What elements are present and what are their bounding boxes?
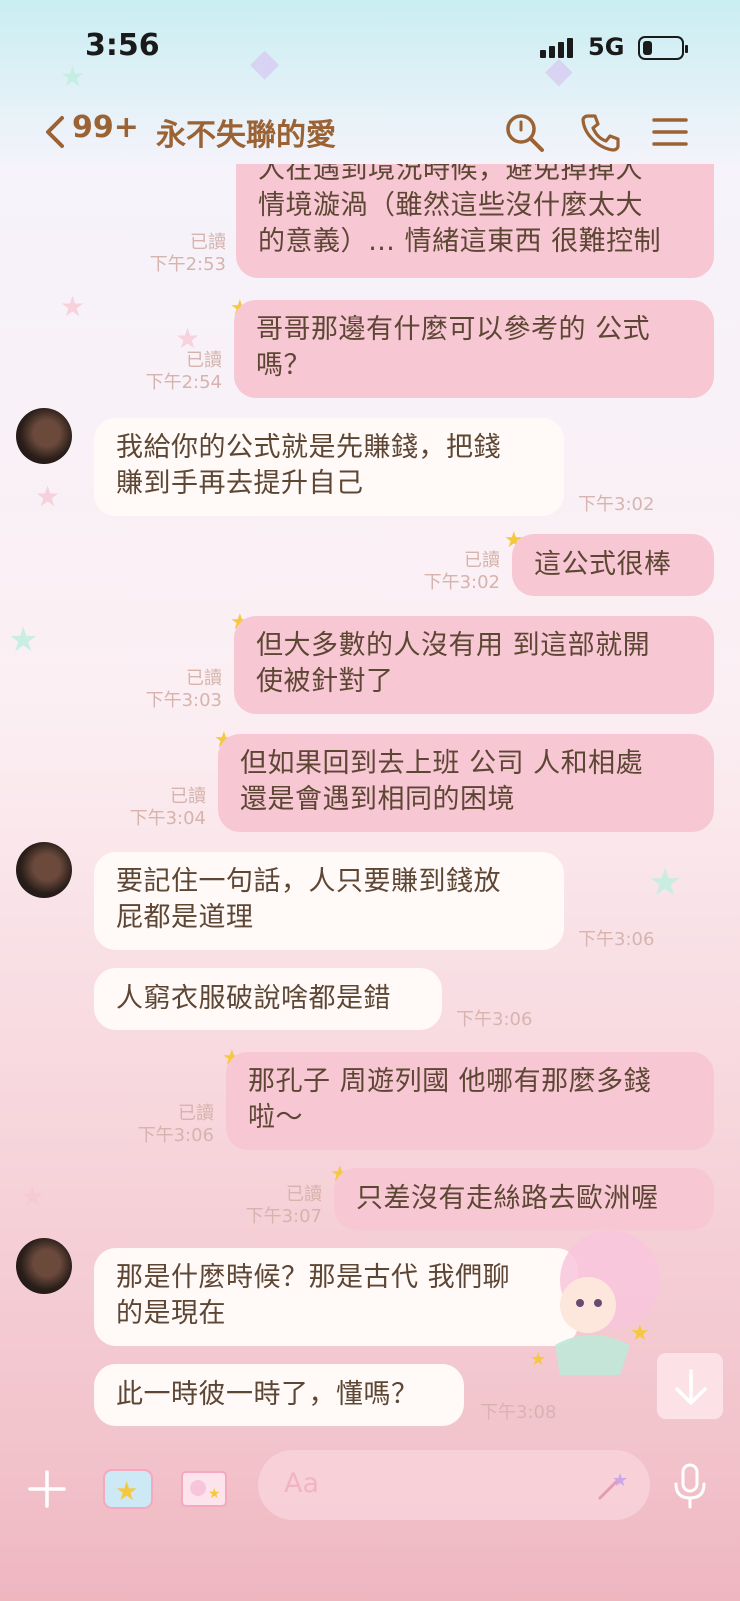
message-text: 人在遇到境況時候，避免掉掉人 <box>258 164 643 185</box>
message-bubble-received[interactable]: 此一時彼一時了，懂嗎？ <box>94 1364 464 1426</box>
message-input-bar: ★ ★ Aa ★ <box>0 1450 740 1540</box>
message-time: 下午2:53 <box>149 254 226 275</box>
message-meta: 已讀 下午3:07 <box>226 1184 322 1228</box>
read-receipt: 已讀 <box>170 786 206 807</box>
phone-icon[interactable] <box>578 110 622 154</box>
message-text: 啦～ <box>248 1102 303 1133</box>
message-meta: 已讀 下午2:54 <box>126 350 222 394</box>
message-time: 下午3:03 <box>145 690 222 711</box>
message-bubble-received[interactable]: 我給你的公式就是先賺錢，把錢 賺到手再去提升自己 <box>94 418 564 516</box>
message-text: 哥哥那邊有什麼可以參考的 公式 <box>256 314 651 345</box>
signal-icon <box>540 38 573 58</box>
search-icon[interactable] <box>502 110 546 154</box>
arrow-down-icon <box>675 1369 707 1405</box>
message-text: 要記住一句話，人只要賺到錢放 <box>116 866 501 897</box>
message-bubble-sent[interactable]: 但如果回到去上班 公司 人和相處 還是會遇到相同的困境 <box>218 734 714 832</box>
message-text: 的是現在 <box>116 1298 226 1329</box>
plus-icon[interactable] <box>26 1468 68 1510</box>
message-text: 還是會遇到相同的困境 <box>240 784 515 815</box>
message-meta: 已讀 下午3:02 <box>404 550 500 594</box>
read-receipt: 已讀 <box>186 350 222 371</box>
message-meta: 已讀 下午3:06 <box>118 1103 214 1147</box>
message-text: 那是什麼時候？那是古代 我們聊 <box>116 1262 511 1293</box>
message-text: 但如果回到去上班 公司 人和相處 <box>240 748 644 779</box>
message-text: 這公式很棒 <box>534 549 672 580</box>
message-time: 下午3:02 <box>578 494 655 515</box>
hamburger-menu-icon[interactable] <box>648 110 692 154</box>
message-time: 下午3:07 <box>245 1206 322 1227</box>
read-receipt: 已讀 <box>186 668 222 689</box>
message-text: 賺到手再去提升自己 <box>116 468 364 499</box>
message-text: 只差沒有走絲路去歐洲喔 <box>356 1183 659 1214</box>
svg-text:★: ★ <box>630 1321 650 1346</box>
message-bubble-sent[interactable]: 哥哥那邊有什麼可以參考的 公式 嗎？ <box>234 300 714 398</box>
network-label: 5G <box>588 33 625 61</box>
status-bar: 3:56 5G <box>0 0 740 100</box>
chat-title: 永不失聯的愛 <box>156 118 336 153</box>
chevron-left-icon[interactable] <box>36 112 76 152</box>
battery-icon <box>638 36 688 60</box>
svg-text:★: ★ <box>208 1486 221 1502</box>
message-text: 情境漩渦（雖然這些沒什麼太大 <box>258 190 643 221</box>
message-text: 人窮衣服破說啥都是錯 <box>116 983 391 1014</box>
read-receipt: 已讀 <box>286 1184 322 1205</box>
message-text: 此一時彼一時了，懂嗎？ <box>116 1379 419 1410</box>
avatar[interactable] <box>16 842 72 898</box>
message-bubble-sent[interactable]: 這公式很棒 <box>512 534 714 596</box>
status-time: 3:56 <box>85 28 160 63</box>
message-time: 下午3:06 <box>578 929 655 950</box>
message-time: 下午3:08 <box>480 1402 557 1423</box>
chat-header: 99+ 永不失聯的愛 <box>0 100 740 170</box>
message-input-placeholder: Aa <box>284 1468 320 1499</box>
svg-text:★: ★ <box>530 1349 546 1370</box>
message-bubble-sent[interactable]: 但大多數的人沒有用 到這部就開 使被針對了 <box>234 616 714 714</box>
message-meta: 已讀 下午2:53 <box>130 232 226 276</box>
message-time: 下午3:02 <box>423 572 500 593</box>
message-text: 嗎？ <box>256 350 311 381</box>
message-text: 屁都是道理 <box>116 902 254 933</box>
read-receipt: 已讀 <box>464 550 500 571</box>
svg-text:★: ★ <box>115 1477 138 1507</box>
message-bubble-received[interactable]: 人窮衣服破說啥都是錯 <box>94 968 442 1030</box>
avatar[interactable] <box>16 408 72 464</box>
character-illustration: ★ ★ <box>530 1230 660 1375</box>
message-bubble-sent[interactable]: 那孔子 周遊列國 他哪有那麼多錢 啦～ <box>226 1052 714 1150</box>
message-text: 那孔子 周遊列國 他哪有那麼多錢 <box>248 1066 652 1097</box>
message-bubble-sent[interactable]: 人在遇到境況時候，避免掉掉人 情境漩渦（雖然這些沒什麼太大 的意義）… 情緒這東… <box>236 164 714 278</box>
microphone-icon[interactable] <box>670 1462 710 1510</box>
message-meta: 已讀 下午3:03 <box>126 668 222 712</box>
message-bubble-received[interactable]: 要記住一句話，人只要賺到錢放 屁都是道理 <box>94 852 564 950</box>
message-time: 下午3:06 <box>137 1125 214 1146</box>
message-text: 的意義）… 情緒這東西 很難控制 <box>258 226 662 257</box>
unread-count-badge[interactable]: 99+ <box>72 110 139 145</box>
message-text: 使被針對了 <box>256 666 394 697</box>
decor-star: ★ <box>35 480 61 513</box>
message-time: 下午3:04 <box>129 808 206 829</box>
magic-wand-icon[interactable]: ★ <box>592 1464 632 1504</box>
decor-star: ★ <box>20 1180 46 1213</box>
svg-text:★: ★ <box>612 1470 628 1491</box>
sticker-icon[interactable]: ★ <box>98 1462 158 1514</box>
decor-star: ★ <box>60 290 86 323</box>
message-text: 但大多數的人沒有用 到這部就開 <box>256 630 651 661</box>
avatar[interactable] <box>16 1238 72 1294</box>
message-input[interactable]: Aa ★ <box>258 1450 650 1520</box>
message-meta: 已讀 下午3:04 <box>110 786 206 830</box>
read-receipt: 已讀 <box>178 1103 214 1124</box>
decor-star: ★ <box>648 860 683 904</box>
scroll-to-bottom-button[interactable] <box>656 1352 724 1420</box>
read-receipt: 已讀 <box>190 232 226 253</box>
message-text: 我給你的公式就是先賺錢，把錢 <box>116 432 501 463</box>
message-time: 下午3:06 <box>456 1009 533 1030</box>
decor-star: ★ <box>8 620 39 660</box>
message-time: 下午2:54 <box>145 372 222 393</box>
photo-icon[interactable]: ★ <box>176 1462 232 1514</box>
message-bubble-sent[interactable]: 只差沒有走絲路去歐洲喔 <box>334 1168 714 1230</box>
